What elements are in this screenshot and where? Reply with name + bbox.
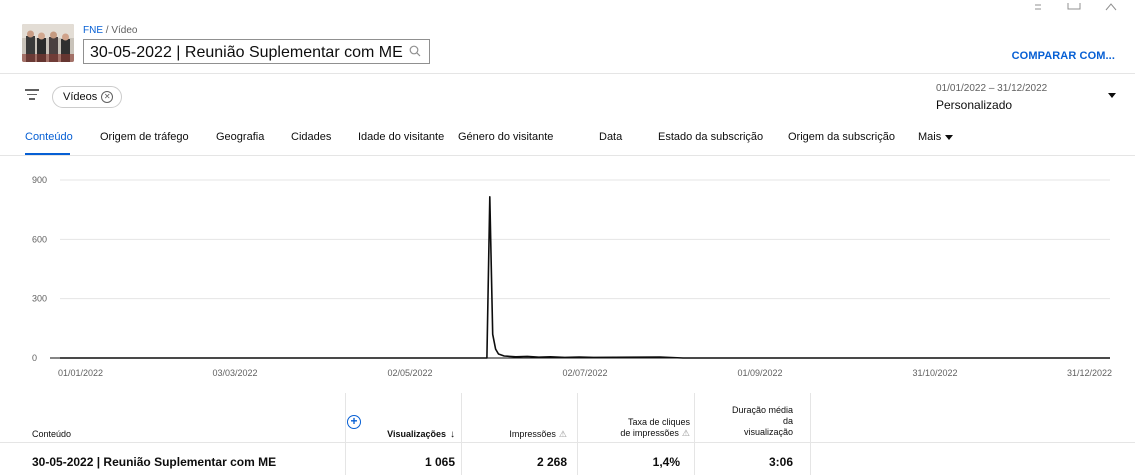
tab-content[interactable]: Conteúdo (25, 131, 73, 143)
column-header-impressions[interactable]: Impressões ⚠ (462, 429, 567, 440)
breadcrumb-separator: / (105, 25, 109, 36)
breadcrumb-page: Vídeo (111, 25, 138, 36)
date-preset-text: Personalizado (936, 98, 1013, 112)
tab-subscription-status[interactable]: Estado da subscrição (658, 131, 763, 143)
row-views: 1 065 (424, 455, 455, 469)
active-tab-indicator (25, 153, 70, 155)
column-header-duration-line1: Duração média (731, 405, 793, 415)
row-ctr: 1,4% (652, 455, 680, 469)
column-divider (345, 393, 346, 475)
column-header-content[interactable]: Conteúdo (32, 429, 71, 440)
caret-down-icon (945, 134, 954, 140)
compare-button[interactable]: COMPARAR COM... (1012, 50, 1115, 62)
feedback-icon[interactable] (1067, 0, 1081, 14)
filter-chip-videos[interactable]: Vídeos ✕ (52, 86, 123, 108)
report-tabs: Conteúdo Origem de tráfego Geografia Cid… (0, 120, 1135, 156)
date-range-text: 01/01/2022 – 31/12/2022 (936, 83, 1048, 94)
tab-geography[interactable]: Geografia (216, 131, 264, 143)
breadcrumb-channel-link[interactable]: FNE (83, 25, 103, 36)
views-series-line (60, 196, 1110, 359)
y-tick-label: 0 (32, 353, 37, 363)
tab-date[interactable]: Data (599, 131, 622, 143)
column-header-duration-line3: visualização (743, 427, 793, 437)
x-tick-label: 02/05/2022 (387, 368, 432, 378)
search-icon[interactable] (409, 44, 421, 62)
column-header-ctr-line1: Taxa de cliques (627, 417, 690, 427)
tab-more-label: Mais (918, 131, 942, 143)
x-tick-label: 02/07/2022 (562, 368, 607, 378)
column-header-ctr-line2: de impressões (620, 428, 679, 438)
column-header-avg-duration[interactable]: Duração média da visualização (695, 405, 793, 438)
tab-cities[interactable]: Cidades (291, 131, 331, 143)
x-tick-label: 31/10/2022 (912, 368, 957, 378)
column-divider (810, 393, 811, 475)
tab-viewer-gender[interactable]: Género do visitante (458, 131, 553, 143)
row-impressions: 2 268 (536, 455, 567, 469)
x-tick-label: 01/09/2022 (737, 368, 782, 378)
row-avg-duration: 3:06 (768, 455, 793, 469)
column-header-views[interactable]: Visualizações ↓ (355, 429, 455, 440)
column-header-duration-line2: da (782, 416, 793, 426)
tab-viewer-age[interactable]: Idade do visitante (358, 131, 444, 143)
add-metric-icon[interactable]: + (347, 415, 361, 429)
sort-down-icon: ↓ (450, 429, 455, 440)
tab-traffic-source[interactable]: Origem de tráfego (100, 131, 189, 143)
warning-icon: ⚠ (558, 429, 567, 439)
y-tick-label: 900 (32, 175, 47, 185)
filter-icon[interactable] (25, 89, 39, 101)
x-tick-label: 31/12/2022 (1067, 368, 1112, 378)
column-header-ctr[interactable]: Taxa de cliques de impressões ⚠ (580, 417, 690, 439)
close-icon[interactable] (1105, 0, 1117, 14)
column-header-views-label: Visualizações (387, 429, 446, 439)
video-header: FNE / Vídeo 30-05-2022 | Reunião Supleme… (0, 0, 1135, 74)
date-range-picker[interactable]: 01/01/2022 – 31/12/2022 Personalizado (936, 83, 1116, 112)
caret-down-icon (1108, 93, 1116, 98)
views-line-chart: 0 300 600 900 01/01/2022 03/03/2022 02/05/2022… (32, 175, 1112, 378)
x-tick-label: 01/01/2022 (58, 368, 103, 378)
breadcrumb: FNE / Vídeo (83, 25, 137, 36)
row-content-title[interactable]: 30-05-2022 | Reunião Suplementar com ME (32, 455, 276, 469)
y-tick-label: 300 (32, 294, 47, 304)
y-tick-label: 600 (32, 234, 47, 244)
remove-filter-icon[interactable]: ✕ (101, 91, 114, 103)
video-selector[interactable]: 30-05-2022 | Reunião Suplementar com ME (83, 39, 430, 64)
column-divider (577, 393, 578, 475)
tab-subscription-source[interactable]: Origem da subscrição (788, 131, 895, 143)
warning-icon: ⚠ (681, 428, 690, 438)
download-icon[interactable] (1033, 0, 1043, 14)
video-title: 30-05-2022 | Reunião Suplementar com ME (90, 43, 403, 61)
filter-chip-label: Vídeos (63, 91, 98, 103)
tab-more[interactable]: Mais (918, 131, 954, 143)
table-header: Conteúdo + Visualizações ↓ Impressões ⚠ Ta… (0, 393, 1135, 443)
video-thumbnail[interactable] (22, 24, 74, 62)
column-header-impressions-label: Impressões (509, 429, 556, 439)
content-table: Conteúdo + Visualizações ↓ Impressões ⚠ Ta… (0, 393, 1135, 475)
window-controls (1033, 0, 1117, 14)
x-tick-label: 03/03/2022 (212, 368, 257, 378)
